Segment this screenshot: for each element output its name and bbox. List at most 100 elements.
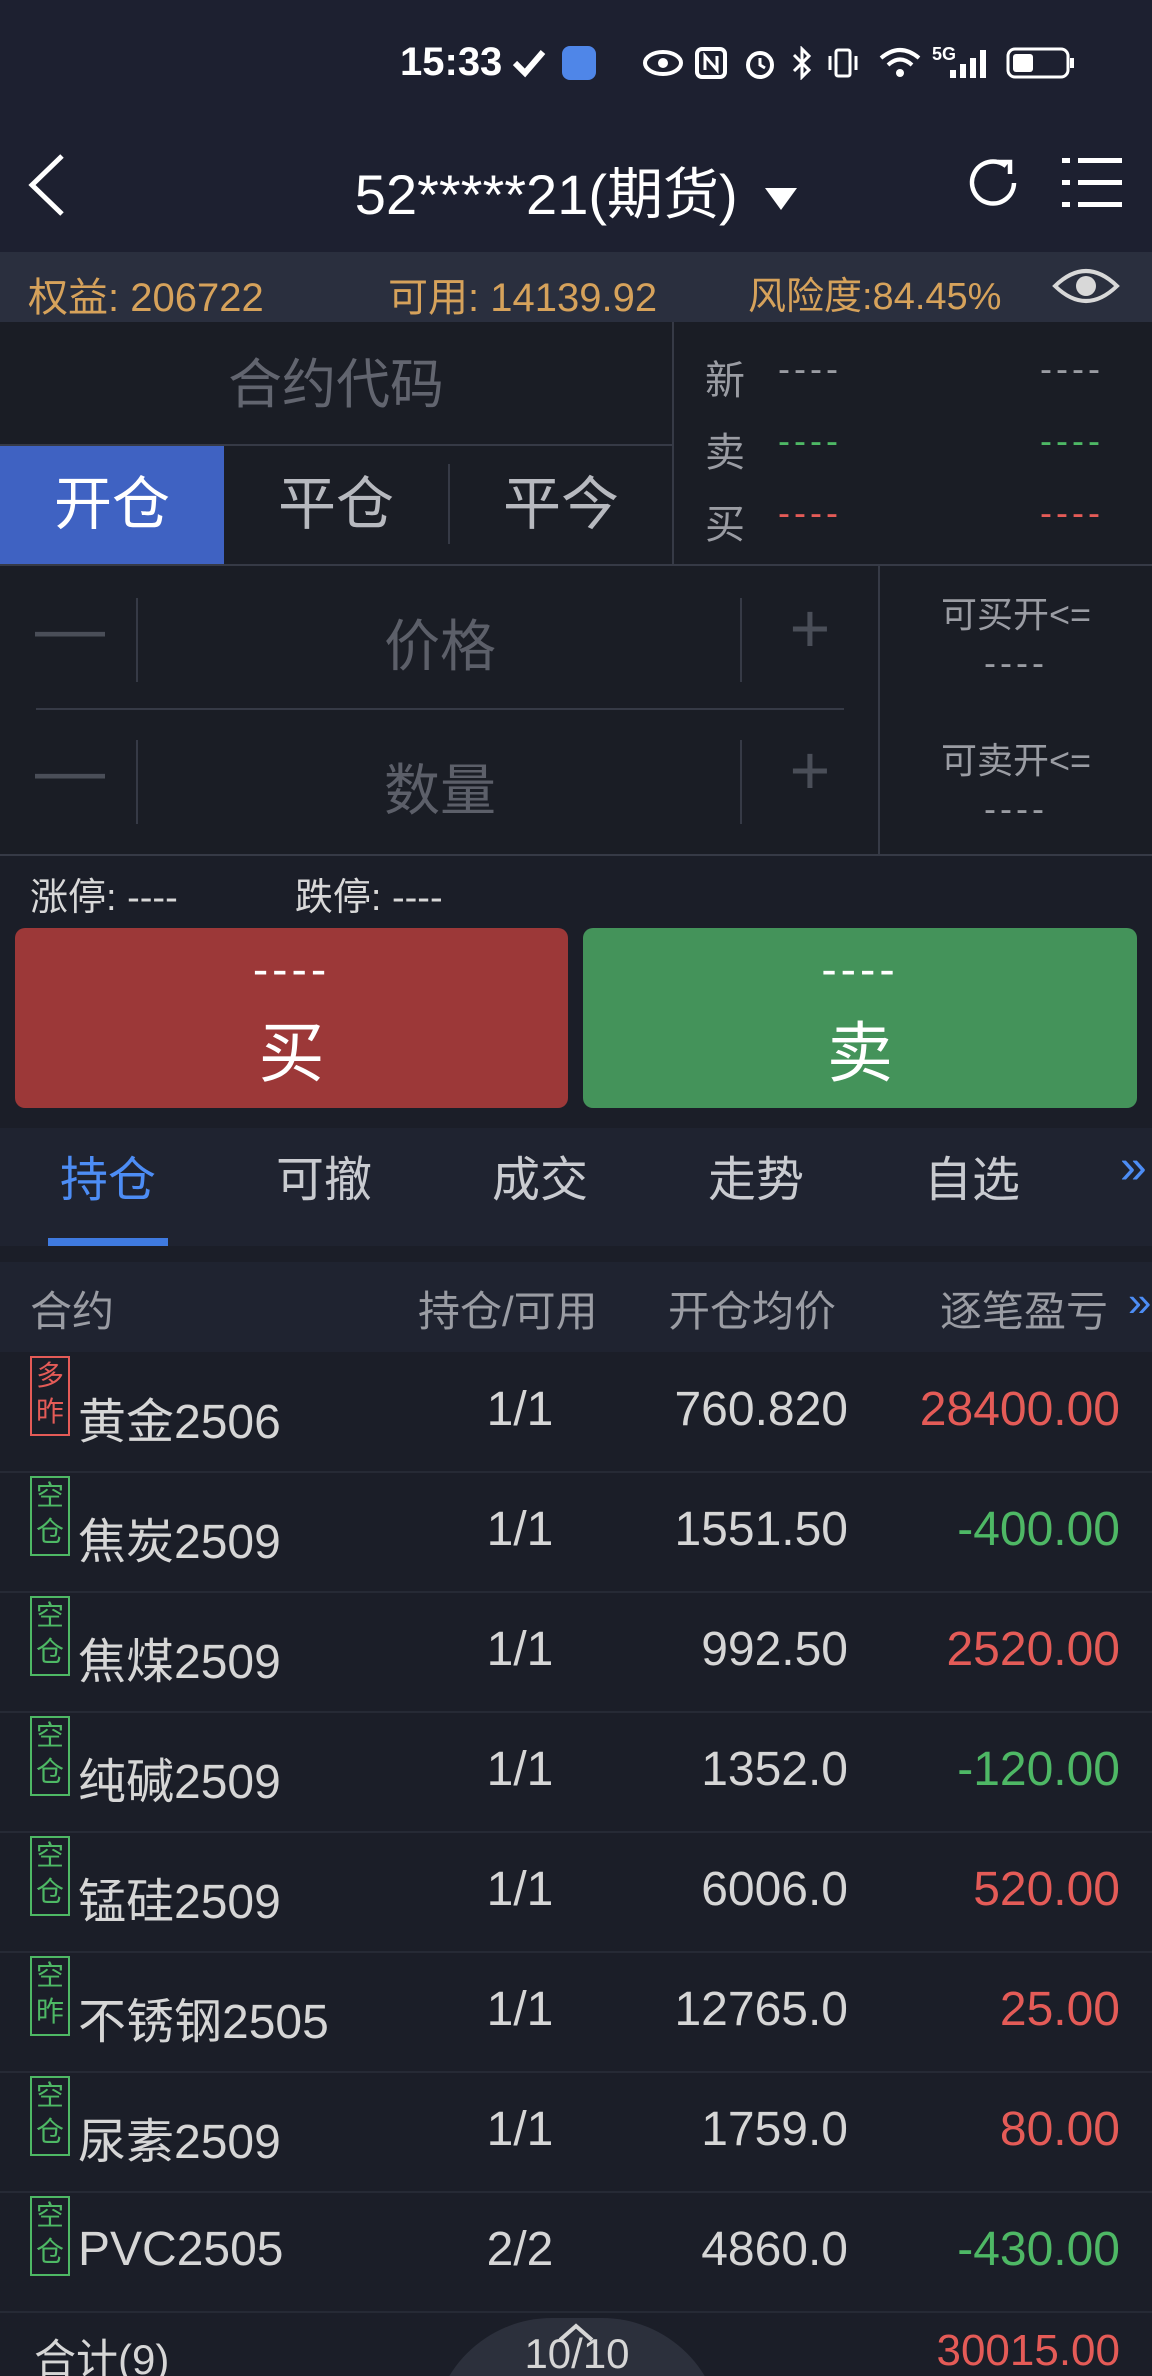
divider bbox=[0, 854, 1152, 856]
avg-open-price: 992.50 bbox=[701, 1623, 848, 1676]
quote-ask-price: ---- bbox=[778, 420, 842, 461]
table-row[interactable]: 空昨 不锈钢2505 1/1 12765.0 25.00 bbox=[0, 1952, 1152, 2073]
signal-icon bbox=[950, 50, 986, 78]
contract-name: 焦煤2509 bbox=[78, 1636, 281, 1689]
max-buy-value: ---- bbox=[984, 642, 1048, 683]
quote-ask-volume: ---- bbox=[1040, 420, 1104, 461]
quote-bid-volume: ---- bbox=[1040, 492, 1104, 533]
avg-open-price: 4860.0 bbox=[701, 2223, 848, 2276]
price-plus-button[interactable]: + bbox=[770, 588, 850, 668]
risk-value: 风险度:84.45% bbox=[748, 276, 1002, 318]
column-avg-price: 开仓均价 bbox=[668, 1288, 837, 1335]
account-name: 52*****21(期货) bbox=[354, 163, 738, 226]
position-quantity: 1/1 bbox=[486, 1623, 554, 1676]
contract-name: 不锈钢2505 bbox=[78, 1996, 329, 2049]
price-minus-button[interactable]: — bbox=[30, 588, 110, 668]
divider bbox=[740, 740, 742, 824]
divider bbox=[878, 566, 880, 856]
table-row[interactable]: 空仓 焦炭2509 1/1 1551.50 -400.00 bbox=[0, 1472, 1152, 1593]
sell-label: 卖 bbox=[827, 1016, 893, 1090]
alarm-icon bbox=[746, 51, 774, 79]
tab-close-today[interactable]: 平今 bbox=[450, 446, 672, 564]
table-row[interactable]: 多昨 黄金2506 1/1 760.820 28400.00 bbox=[0, 1352, 1152, 1473]
position-quantity: 1/1 bbox=[486, 1863, 554, 1916]
position-badge: 空昨 bbox=[30, 1956, 70, 2036]
max-sell-value: ---- bbox=[984, 788, 1048, 829]
tabs-more-icon[interactable]: » bbox=[1120, 1140, 1147, 1195]
wifi-icon bbox=[879, 48, 921, 77]
divider bbox=[740, 598, 742, 682]
price-limits: 涨停: ---- 跌停: ---- bbox=[30, 866, 443, 921]
table-row[interactable]: 空仓 锰硅2509 1/1 6006.0 520.00 bbox=[0, 1832, 1152, 1953]
position-pnl: 520.00 bbox=[973, 1863, 1120, 1916]
position-quantity: 1/1 bbox=[486, 1383, 554, 1436]
quote-label-ask: 卖 bbox=[705, 431, 745, 475]
position-quantity: 1/1 bbox=[486, 1503, 554, 1556]
quote-last-price: ---- bbox=[778, 348, 842, 389]
quote-label-bid: 买 bbox=[705, 503, 745, 547]
column-position: 持仓/可用 bbox=[418, 1288, 598, 1335]
sell-button[interactable]: ---- 卖 bbox=[583, 928, 1137, 1108]
avg-open-price: 12765.0 bbox=[674, 1983, 848, 2036]
eye-icon[interactable] bbox=[1052, 262, 1120, 310]
tab-positions[interactable]: 持仓 bbox=[60, 1140, 156, 1210]
battery-icon bbox=[1006, 47, 1074, 79]
divider bbox=[0, 564, 1152, 566]
position-pnl: -430.00 bbox=[957, 2223, 1120, 2276]
available-value: 可用: 14139.92 bbox=[388, 276, 658, 320]
limit-down: 跌停: ---- bbox=[294, 877, 443, 919]
quantity-minus-button[interactable]: — bbox=[30, 730, 110, 810]
table-row[interactable]: 空仓 PVC2505 2/2 4860.0 -430.00 bbox=[0, 2192, 1152, 2313]
buy-label: 买 bbox=[258, 1016, 325, 1090]
quote-last-change: ---- bbox=[1040, 348, 1104, 389]
avg-open-price: 1551.50 bbox=[674, 1503, 848, 1556]
contract-name: 黄金2506 bbox=[78, 1396, 281, 1449]
total-quantity: 10/10 bbox=[524, 2330, 630, 2376]
refresh-icon[interactable] bbox=[962, 152, 1024, 214]
quantity-plus-button[interactable]: + bbox=[770, 730, 850, 810]
divider bbox=[136, 740, 138, 824]
avg-open-price: 1352.0 bbox=[701, 1743, 848, 1796]
avg-open-price: 6006.0 bbox=[701, 1863, 848, 1916]
contract-name: 纯碱2509 bbox=[78, 1756, 281, 1809]
sell-price: ---- bbox=[821, 943, 899, 995]
tab-open-position[interactable]: 开仓 bbox=[0, 446, 224, 564]
buy-button[interactable]: ---- 买 bbox=[15, 928, 568, 1108]
columns-more-icon[interactable]: » bbox=[1128, 1278, 1151, 1326]
chevron-down-icon bbox=[765, 188, 798, 211]
status-time: 15:33 bbox=[400, 40, 503, 84]
contract-name: 焦炭2509 bbox=[78, 1516, 281, 1569]
position-pnl: 28400.00 bbox=[919, 1383, 1120, 1436]
buy-price: ---- bbox=[252, 943, 331, 995]
nfc-icon bbox=[695, 47, 727, 79]
column-pnl: 逐笔盈亏 bbox=[940, 1288, 1109, 1335]
menu-icon[interactable] bbox=[1060, 152, 1124, 214]
contract-code-input[interactable]: 合约代码 bbox=[0, 330, 672, 440]
tab-close-position[interactable]: 平仓 bbox=[224, 446, 448, 564]
avg-open-price: 1759.0 bbox=[701, 2103, 848, 2156]
quote-label-last: 新 bbox=[705, 359, 745, 403]
check-icon bbox=[512, 50, 546, 78]
tab-cancelable[interactable]: 可撤 bbox=[276, 1140, 372, 1210]
quote-bid-price: ---- bbox=[778, 492, 842, 533]
equity-value: 权益: 206722 bbox=[28, 276, 264, 320]
tab-trend[interactable]: 走势 bbox=[708, 1140, 804, 1210]
tab-trades[interactable]: 成交 bbox=[492, 1140, 588, 1210]
position-pnl: -120.00 bbox=[957, 1743, 1120, 1796]
max-buy-label: 可买开<= bbox=[940, 594, 1092, 635]
contract-name: 锰硅2509 bbox=[78, 1876, 281, 1929]
table-row[interactable]: 空仓 尿素2509 1/1 1759.0 80.00 bbox=[0, 2072, 1152, 2193]
price-input[interactable]: 价格 bbox=[140, 602, 740, 683]
position-pnl: -400.00 bbox=[957, 1503, 1120, 1556]
position-badge: 空仓 bbox=[30, 2076, 70, 2156]
position-pnl: 80.00 bbox=[999, 2103, 1120, 2156]
quantity-input[interactable]: 数量 bbox=[140, 746, 740, 827]
position-pnl: 2520.00 bbox=[946, 1623, 1120, 1676]
bluetooth-icon bbox=[792, 46, 812, 80]
position-badge: 空仓 bbox=[30, 2196, 70, 2276]
table-row[interactable]: 空仓 焦煤2509 1/1 992.50 2520.00 bbox=[0, 1592, 1152, 1713]
table-row[interactable]: 空仓 纯碱2509 1/1 1352.0 -120.00 bbox=[0, 1712, 1152, 1833]
tab-watchlist[interactable]: 自选 bbox=[924, 1140, 1020, 1210]
position-quantity: 1/1 bbox=[486, 1983, 554, 2036]
position-quantity: 2/2 bbox=[486, 2223, 554, 2276]
